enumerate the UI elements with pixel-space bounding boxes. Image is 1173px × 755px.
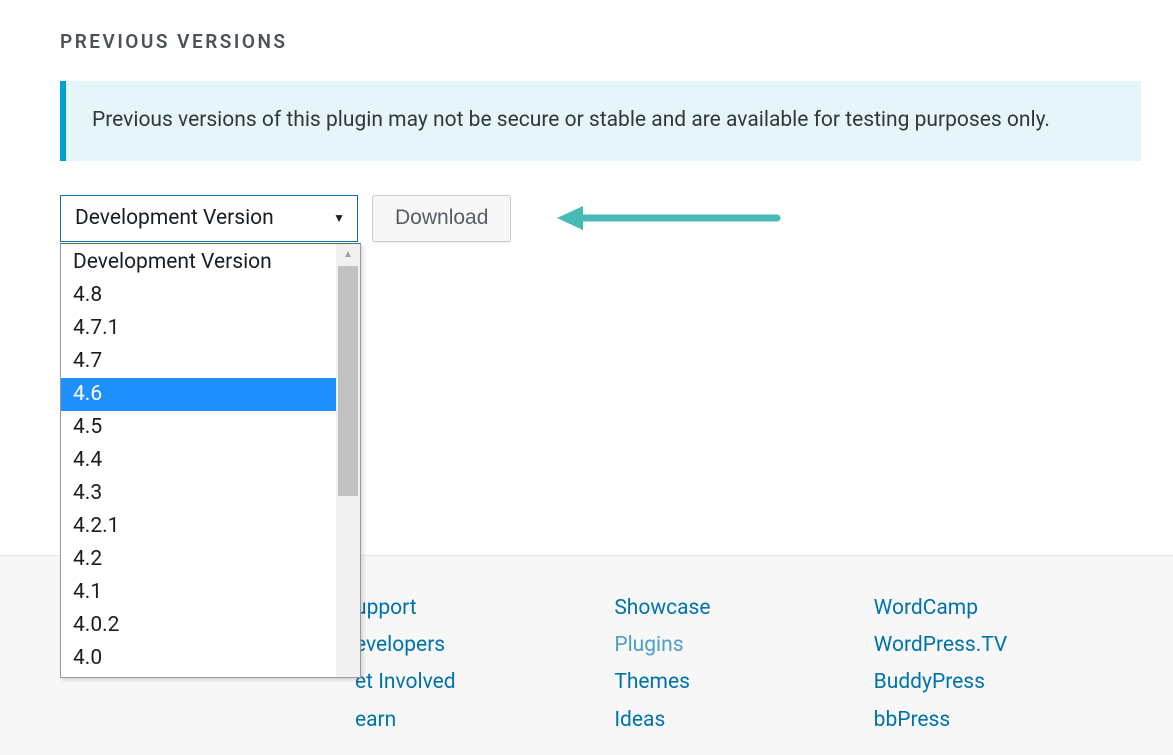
footer-link[interactable]: earn bbox=[355, 708, 594, 733]
version-option[interactable]: 4.2.1 bbox=[61, 510, 336, 543]
version-option[interactable]: 4.2 bbox=[61, 543, 336, 576]
warning-notice: Previous versions of this plugin may not… bbox=[60, 81, 1141, 161]
footer-link[interactable]: evelopers bbox=[355, 633, 594, 658]
scroll-thumb[interactable] bbox=[338, 266, 358, 496]
download-button[interactable]: Download bbox=[372, 195, 511, 242]
footer-link[interactable]: BuddyPress bbox=[874, 670, 1113, 695]
version-select[interactable]: Development Version ▼ Development Versio… bbox=[60, 195, 358, 242]
footer-link[interactable]: upport bbox=[355, 596, 594, 621]
version-option[interactable]: 4.1 bbox=[61, 576, 336, 609]
version-dropdown[interactable]: Development Version4.84.7.14.74.64.54.44… bbox=[60, 243, 361, 678]
version-option[interactable]: 4.7 bbox=[61, 345, 336, 378]
scroll-track[interactable] bbox=[336, 266, 360, 677]
scroll-up-icon[interactable]: ▲ bbox=[336, 244, 360, 266]
footer-link[interactable]: Themes bbox=[614, 670, 853, 695]
footer-link[interactable]: WordPress.TV bbox=[874, 633, 1113, 658]
footer-link[interactable]: et Involved bbox=[355, 670, 594, 695]
version-option[interactable]: 4.0 bbox=[61, 642, 336, 675]
version-option[interactable]: 4.3 bbox=[61, 477, 336, 510]
version-option[interactable]: 4.5 bbox=[61, 411, 336, 444]
version-option[interactable]: 4.8 bbox=[61, 279, 336, 312]
footer-link[interactable]: bbPress bbox=[874, 708, 1113, 733]
annotation-arrow-icon bbox=[553, 202, 783, 234]
version-option[interactable]: 4.7.1 bbox=[61, 312, 336, 345]
version-option[interactable]: 4.4 bbox=[61, 444, 336, 477]
footer-link[interactable]: Ideas bbox=[614, 708, 853, 733]
footer-link[interactable]: Plugins bbox=[614, 633, 853, 658]
chevron-down-icon: ▼ bbox=[333, 211, 345, 225]
version-option[interactable]: 4.6 bbox=[61, 378, 336, 411]
footer-link[interactable]: Showcase bbox=[614, 596, 853, 621]
version-option[interactable]: 4.0.2 bbox=[61, 609, 336, 642]
version-select-value: Development Version bbox=[75, 206, 274, 230]
footer-link[interactable]: WordCamp bbox=[874, 596, 1113, 621]
dropdown-scrollbar[interactable]: ▲ bbox=[336, 244, 360, 677]
version-option[interactable]: Development Version bbox=[61, 246, 336, 279]
section-heading: PREVIOUS VERSIONS bbox=[60, 30, 1141, 53]
